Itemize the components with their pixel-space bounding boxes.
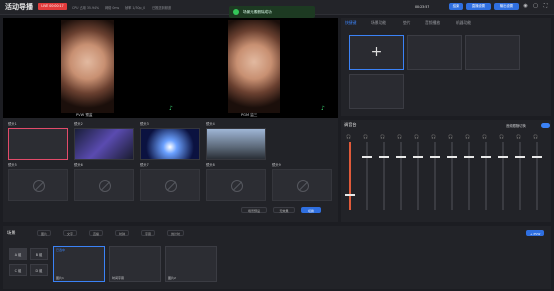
push-stat: 已推送到频道 — [152, 6, 172, 10]
mixer-channel-9[interactable]: 🎧 — [481, 134, 491, 214]
function-panel: 快捷键 场景功能 垫片 音频播放 机器功能 + — [341, 18, 551, 116]
pad-4[interactable] — [349, 74, 404, 109]
notification-icon[interactable]: ◉ — [522, 3, 529, 10]
fps-stat: 帧率 1/30p_0 — [125, 6, 146, 10]
mixer-channel-12[interactable]: 🎧 — [532, 134, 542, 214]
end-button[interactable]: 结束 — [449, 3, 463, 10]
toast-text: 场景元素删除成功 — [243, 10, 272, 14]
source-card-1[interactable] — [8, 128, 68, 160]
fullscreen-icon[interactable]: ⛶ — [542, 3, 549, 10]
mixer-channel-4[interactable]: 🎧 — [396, 134, 406, 214]
output-settings-button[interactable]: 输出设置 — [494, 3, 519, 10]
layer-a[interactable]: A 组 — [9, 248, 27, 260]
audio-follow-toggle[interactable] — [541, 123, 550, 128]
tab-pad[interactable]: 垫片 — [403, 20, 411, 26]
source-grid: 镜头1 镜头2 镜头3 镜头4 镜头5 镜头6 镜头7 镜头8 镜头9 场景预设… — [3, 118, 338, 222]
scene-panel: 场景 图片 文字 直播 时钟 字幕 倒计时 + PVW A 组 B 组 C 组 … — [3, 226, 551, 289]
live-badge: LIVE 00:00:17 — [38, 3, 67, 10]
scene-card-1[interactable]: 已选中 图片1 — [53, 246, 105, 282]
pad-3[interactable] — [465, 35, 520, 70]
audio-indicator-icon: ♪ — [169, 105, 173, 112]
layer-b[interactable]: B 组 — [30, 248, 48, 260]
tab-shortcut[interactable]: 快捷键 — [345, 20, 356, 26]
add-pad-button[interactable]: + — [349, 35, 404, 70]
effect-dropdown[interactable]: 无效果 — [273, 207, 295, 213]
source-card-5[interactable] — [8, 169, 68, 201]
source-label-4: 镜头4 — [206, 122, 215, 126]
tool-subtitle[interactable]: 字幕 — [141, 230, 156, 236]
tab-scene[interactable]: 场景功能 — [371, 20, 386, 26]
tool-text[interactable]: 文字 — [63, 230, 78, 236]
cut-button[interactable]: 切换 — [301, 207, 321, 213]
layer-c[interactable]: C 组 — [9, 264, 27, 276]
source-label-9: 镜头9 — [272, 163, 281, 167]
mixer-channel-3[interactable]: 🎧 — [379, 134, 389, 214]
tool-clock[interactable]: 时钟 — [115, 230, 130, 236]
source-card-4[interactable] — [206, 128, 266, 160]
mixer-channel-7[interactable]: 🎧 — [447, 134, 457, 214]
source-card-8[interactable] — [206, 169, 266, 201]
source-card-9[interactable] — [272, 169, 332, 201]
mixer-title: 调音台 — [344, 122, 357, 127]
success-icon — [233, 9, 239, 15]
source-label-5: 镜头5 — [8, 163, 17, 167]
app-title: 活动导播 — [5, 3, 33, 11]
mixer-channel-5[interactable]: 🎧 — [413, 134, 423, 214]
source-label-7: 镜头7 — [140, 163, 149, 167]
pvw-video[interactable] — [61, 20, 114, 113]
source-card-3[interactable] — [140, 128, 200, 160]
tab-machine[interactable]: 机器功能 — [456, 20, 471, 26]
scene-card-2[interactable]: 时间字幕 — [109, 246, 161, 282]
source-label-8: 镜头8 — [206, 163, 215, 167]
timer: 00:23:57 — [415, 5, 430, 9]
scene-title: 场景 — [7, 230, 16, 235]
mixer-channel-10[interactable]: 🎧 — [498, 134, 508, 214]
card-label-1: 图片1 — [56, 276, 64, 280]
tab-audio[interactable]: 音频播放 — [425, 20, 440, 26]
preview-area: PVW 预监 PGM 监三 ♪ ♪ — [3, 18, 338, 118]
layer-d[interactable]: D 组 — [30, 264, 48, 276]
source-card-2[interactable] — [74, 128, 134, 160]
mixer-channel-2[interactable]: 🎧 — [362, 134, 372, 214]
scene-card-3[interactable]: 图片2 — [165, 246, 217, 282]
collapse-icon[interactable]: ▢ — [532, 3, 539, 10]
card-selected-label: 已选中 — [56, 248, 66, 252]
mixer-channel-11[interactable]: 🎧 — [515, 134, 525, 214]
pgm-video[interactable] — [228, 20, 280, 113]
toast: 场景元素删除成功 — [229, 6, 315, 18]
network-stat: 网络 0ms — [105, 6, 120, 10]
source-label-2: 镜头2 — [74, 122, 83, 126]
cpu-stat: CPU 占用 35.94% — [72, 6, 100, 10]
source-label-3: 镜头3 — [140, 122, 149, 126]
scene-preset-dropdown[interactable]: 场景预设 — [241, 207, 267, 213]
audio-indicator-icon-2: ♪ — [321, 105, 325, 112]
tool-image[interactable]: 图片 — [37, 230, 52, 236]
mixer-channel-8[interactable]: 🎧 — [464, 134, 474, 214]
mixer-channel-1[interactable]: 🎧 — [345, 134, 355, 214]
pad-2[interactable] — [407, 35, 462, 70]
tool-live[interactable]: 直播 — [89, 230, 104, 236]
add-pvw-button[interactable]: + PVW — [526, 230, 545, 236]
tool-countdown[interactable]: 倒计时 — [167, 230, 185, 236]
card-label-2: 时间字幕 — [112, 276, 125, 280]
source-label-6: 镜头6 — [74, 163, 83, 167]
audio-follow-label: 音频跟随切换 — [506, 124, 526, 128]
audio-mixer: 调音台 音频跟随切换 🎧 🎧 🎧 🎧 🎧 🎧 🎧 🎧 🎧 🎧 🎧 🎧 — [341, 120, 551, 222]
live-settings-button[interactable]: 直播设置 — [466, 3, 491, 10]
source-card-6[interactable] — [74, 169, 134, 201]
mixer-channel-6[interactable]: 🎧 — [430, 134, 440, 214]
source-card-7[interactable] — [140, 169, 200, 201]
source-label-1: 镜头1 — [8, 122, 17, 126]
card-label-3: 图片2 — [168, 276, 176, 280]
